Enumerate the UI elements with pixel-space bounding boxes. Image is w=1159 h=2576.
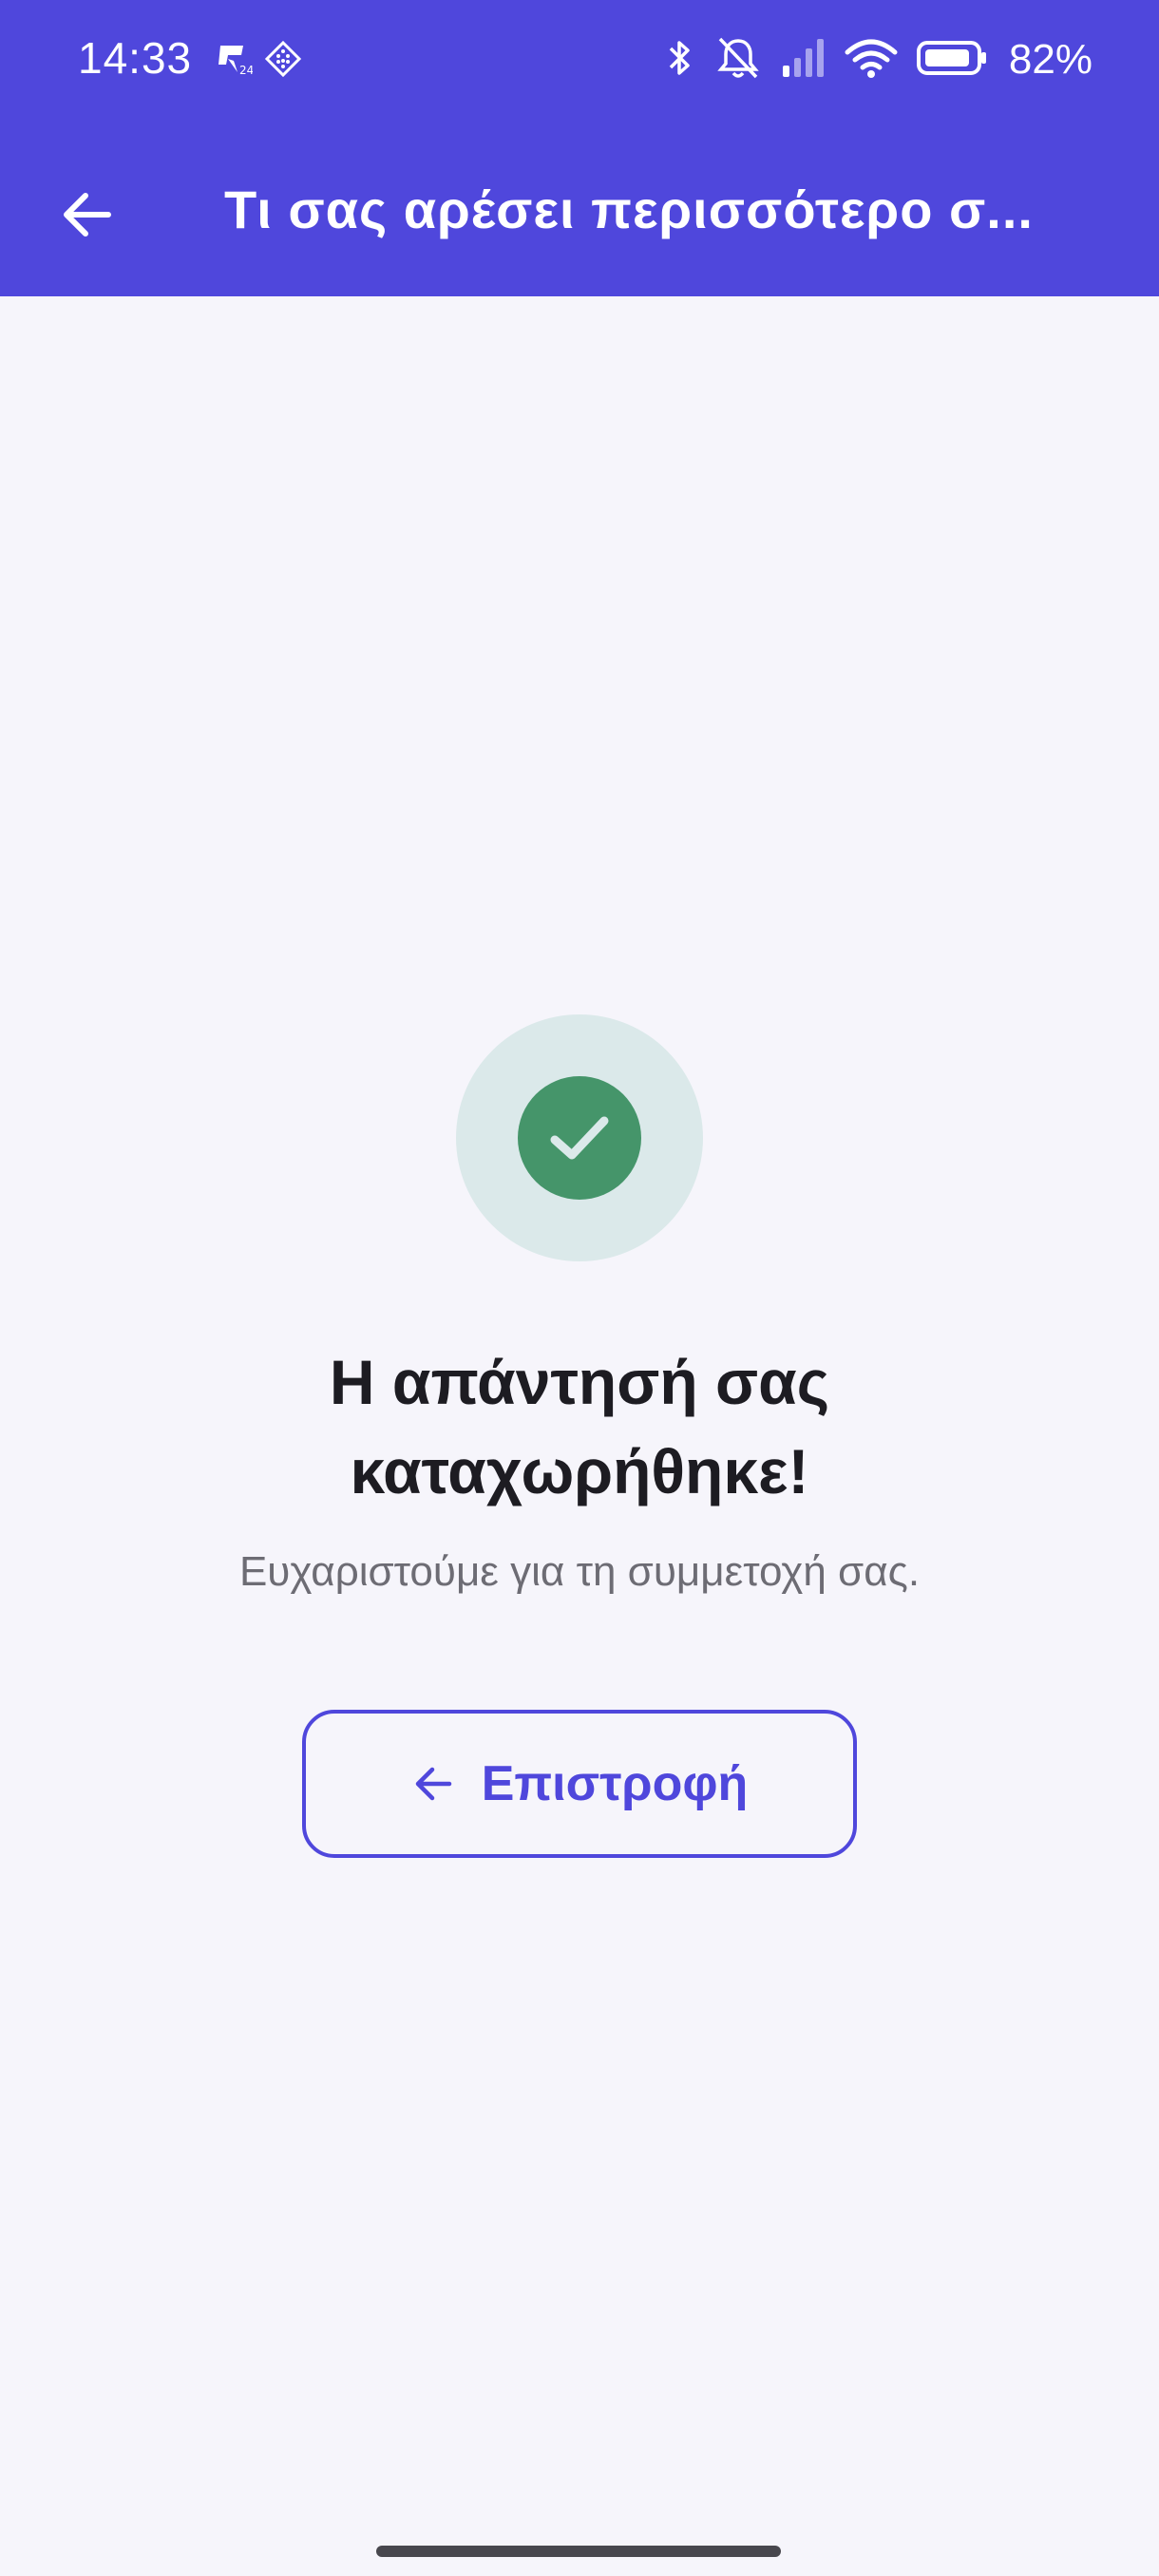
notification-app-icon: 24 xyxy=(215,40,254,78)
bluetooth-icon xyxy=(663,35,697,85)
app-bar: Τι σας αρέσει περισσότερο σ... xyxy=(0,122,1159,296)
signal-icon xyxy=(779,35,826,85)
svg-text:24: 24 xyxy=(239,64,253,77)
return-button-label: Επιστροφή xyxy=(481,1756,749,1811)
check-circle-icon xyxy=(518,1076,641,1200)
status-bar: 14:33 24 82% xyxy=(0,0,1159,122)
battery-percent: 82% xyxy=(1008,36,1092,83)
success-badge xyxy=(456,1014,703,1261)
arrow-left-icon xyxy=(64,193,111,237)
wifi-icon xyxy=(844,35,899,85)
status-time: 14:33 xyxy=(78,33,193,83)
app-root: 14:33 24 82% Τι σας αρέσει περισσότερο σ… xyxy=(0,0,1159,2576)
success-subtext: Ευχαριστούμε για τη συμμετοχή σας. xyxy=(238,1548,921,1595)
arrow-left-icon xyxy=(415,1767,451,1801)
battery-icon xyxy=(916,35,988,85)
return-button[interactable]: Επιστροφή xyxy=(302,1710,857,1858)
home-indicator[interactable] xyxy=(376,2546,781,2557)
page-title: Τι σας αρέσει περισσότερο σ... xyxy=(224,180,1034,239)
status-icons: 82% xyxy=(663,28,1092,91)
back-button[interactable] xyxy=(49,177,125,253)
notification-grid-icon xyxy=(264,40,302,78)
mute-icon xyxy=(714,35,762,85)
success-headline: Η απάντησή σας καταχωρήθηκε! xyxy=(329,1347,830,1506)
